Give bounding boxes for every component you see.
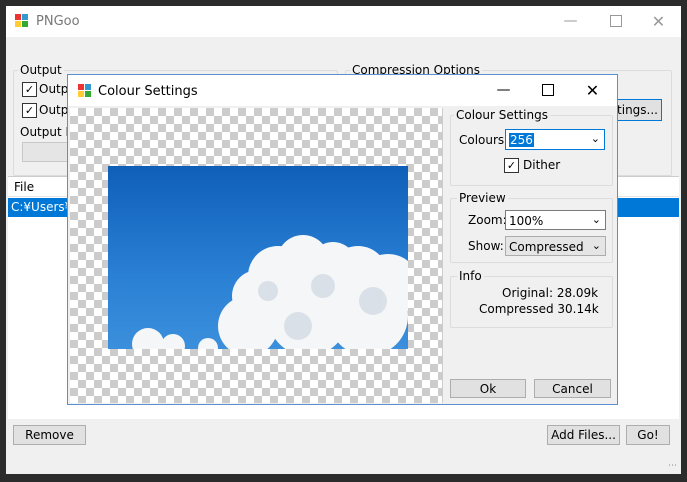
resize-grip-icon[interactable]: ⋯: [668, 461, 677, 471]
dither-checkbox[interactable]: ✓: [504, 158, 519, 173]
maximize-button[interactable]: [593, 6, 638, 36]
original-size: Original: 28.09k: [502, 286, 599, 300]
add-files-button[interactable]: Add Files...: [547, 425, 620, 445]
zoom-dropdown[interactable]: 100% ⌄: [505, 210, 606, 230]
show-dropdown[interactable]: Compressed ⌄: [505, 236, 606, 256]
remove-button[interactable]: Remove: [13, 425, 86, 445]
colour-settings-dialog: Colour Settings — ✕ Colour Settings Colo…: [67, 74, 618, 405]
show-value: Compressed: [509, 240, 584, 254]
preview-canvas[interactable]: [70, 108, 443, 403]
main-window-title: PNGoo: [36, 14, 80, 29]
file-column-header[interactable]: File: [14, 180, 34, 194]
cloud-image: [132, 235, 408, 349]
zoom-label: Zoom:: [468, 213, 507, 227]
chevron-down-icon: ⌄: [590, 132, 600, 145]
compressed-size: Compressed 30.14k: [479, 302, 599, 316]
close-button[interactable]: ✕: [636, 6, 681, 36]
app-icon: [14, 13, 30, 29]
dither-label: Dither: [523, 158, 561, 172]
dialog-app-icon: [77, 83, 93, 99]
go-button[interactable]: Go!: [626, 425, 670, 445]
colours-label: Colours:: [459, 133, 509, 147]
show-label: Show:: [468, 239, 504, 253]
dialog-minimize-button[interactable]: —: [481, 75, 526, 105]
output-checkbox-1[interactable]: ✓: [22, 82, 37, 97]
colour-settings-group-label: Colour Settings: [454, 108, 550, 122]
colours-dropdown[interactable]: 256 ⌄: [505, 129, 605, 150]
ok-button[interactable]: Ok: [450, 379, 526, 398]
zoom-value: 100%: [509, 214, 544, 228]
preview-group-label: Preview: [457, 191, 508, 205]
dialog-maximize-button[interactable]: [525, 75, 570, 105]
cancel-button[interactable]: Cancel: [534, 379, 611, 398]
chevron-down-icon: ⌄: [591, 239, 601, 252]
chevron-down-icon: ⌄: [591, 213, 601, 226]
output-group-label: Output: [18, 63, 64, 77]
preview-image: [108, 166, 408, 349]
dialog-titlebar: Colour Settings — ✕: [68, 75, 617, 106]
colours-value: 256: [509, 133, 534, 147]
dialog-close-button[interactable]: ✕: [570, 75, 615, 105]
main-titlebar: PNGoo — ✕: [6, 6, 681, 37]
info-group-label: Info: [457, 269, 484, 283]
output-checkbox-2[interactable]: ✓: [22, 103, 37, 118]
colour-settings-button[interactable]: ettings...: [605, 99, 662, 121]
dialog-title: Colour Settings: [98, 84, 198, 99]
colour-settings-groupbox: [450, 115, 613, 186]
minimize-button[interactable]: —: [548, 6, 593, 36]
